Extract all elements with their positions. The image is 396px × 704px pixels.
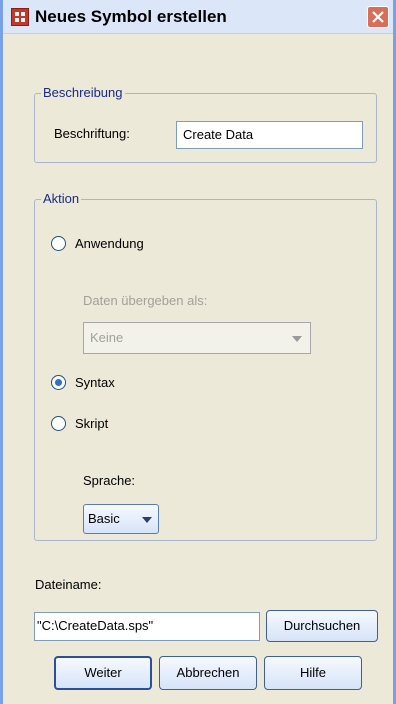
filename-label: Dateiname: — [35, 577, 102, 592]
continue-button[interactable]: Weiter — [54, 656, 152, 690]
filename-input[interactable]: "C:\CreateData.sps" — [34, 612, 260, 641]
dialog-window: Neues Symbol erstellen Beschreibung Besc… — [0, 0, 396, 704]
title-bar: Neues Symbol erstellen — [3, 0, 393, 34]
action-legend: Aktion — [41, 191, 82, 206]
close-button[interactable] — [367, 6, 389, 28]
radio-skript[interactable] — [51, 416, 66, 431]
window-title: Neues Symbol erstellen — [35, 7, 227, 26]
radio-syntax-label[interactable]: Syntax — [75, 375, 115, 390]
pass-data-label: Daten übergeben als: — [83, 293, 208, 308]
close-icon — [372, 11, 384, 23]
language-select[interactable]: Basic — [83, 504, 159, 534]
help-button[interactable]: Hilfe — [264, 656, 362, 690]
language-value: Basic — [88, 511, 120, 526]
caption-label: Beschriftung: — [54, 126, 130, 141]
language-label: Sprache: — [83, 473, 136, 488]
radio-skript-label[interactable]: Skript — [75, 416, 108, 431]
action-group: Aktion Anwendung Daten übergeben als: Ke… — [34, 191, 377, 541]
spreadsheet-icon — [11, 8, 29, 26]
pass-data-value: Keine — [90, 330, 124, 345]
chevron-down-icon — [142, 517, 152, 523]
caption-input[interactable]: Create Data — [176, 121, 363, 149]
description-group: Beschreibung Beschriftung: Create Data — [34, 85, 377, 163]
radio-anwendung[interactable] — [51, 236, 66, 251]
description-legend: Beschreibung — [41, 85, 125, 100]
radio-anwendung-label[interactable]: Anwendung — [75, 236, 144, 251]
browse-button[interactable]: Durchsuchen — [266, 610, 378, 642]
cancel-button[interactable]: Abbrechen — [159, 656, 257, 690]
radio-syntax[interactable] — [51, 375, 66, 390]
pass-data-select: Keine — [83, 322, 311, 354]
chevron-down-icon — [292, 336, 302, 342]
